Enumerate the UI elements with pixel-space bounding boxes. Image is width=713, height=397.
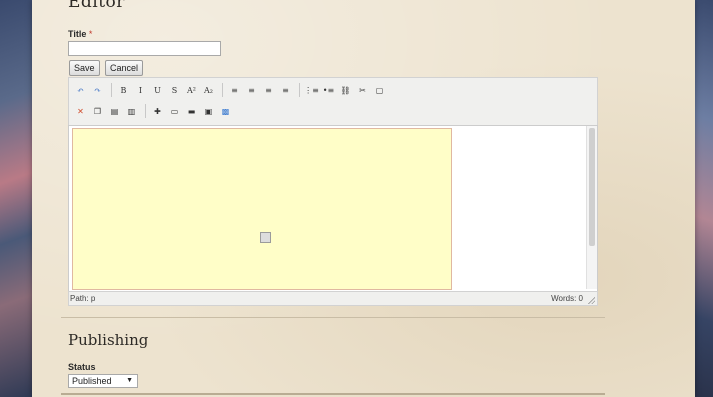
toolbar-separator xyxy=(111,83,112,97)
fullscreen-icon[interactable]: ▢ xyxy=(372,83,387,98)
toolbar-separator xyxy=(145,104,146,118)
align-left-icon[interactable]: ≡ xyxy=(227,83,242,98)
toolbar-row-2: ✕ ❐ ▤ ▥ ✚ ▭ ▬ ▣ ▩ xyxy=(73,103,235,119)
editor-scrollbar[interactable] xyxy=(586,126,597,289)
bullet-list-icon[interactable]: •≡ xyxy=(321,83,336,98)
underline-button[interactable]: U xyxy=(150,83,165,98)
save-button[interactable]: Save xyxy=(69,60,100,76)
align-right-icon[interactable]: ≡ xyxy=(261,83,276,98)
redo-icon[interactable]: ↷ xyxy=(90,83,105,98)
copy-icon[interactable]: ❐ xyxy=(90,104,105,119)
insert-row-icon[interactable]: ▭ xyxy=(167,104,182,119)
title-input[interactable] xyxy=(68,41,221,56)
bottom-divider xyxy=(61,393,605,395)
status-select-value: Published xyxy=(72,376,112,386)
title-label-text: Title xyxy=(68,29,87,39)
editor-statusbar: Path: p Words: 0 xyxy=(68,291,598,306)
insert-media-icon[interactable]: ▣ xyxy=(201,104,216,119)
scrollbar-thumb[interactable] xyxy=(589,128,595,246)
unlink-icon[interactable]: ✂ xyxy=(355,83,370,98)
toolbar-separator xyxy=(299,83,300,97)
status-label: Status xyxy=(68,362,96,372)
placeholder-image-icon xyxy=(260,232,271,243)
italic-button[interactable]: I xyxy=(133,83,148,98)
word-count: Words: 0 xyxy=(551,294,583,303)
chevron-down-icon: ▼ xyxy=(126,377,133,384)
editor-toolbar: ↶ ↷ B I U S A² A₂ ≡ ≡ ≡ ≡ ⋮≡ •≡ ⛓ ✂ ▢ ✕ ❐ ▤ ▥ ✚ ▭ ▬ ▣ ▩ xyxy=(68,77,598,127)
undo-icon[interactable]: ↶ xyxy=(73,83,88,98)
cut-icon[interactable]: ✕ xyxy=(73,104,88,119)
publishing-heading: Publishing xyxy=(68,331,149,349)
editor-frame xyxy=(68,125,598,292)
insert-table-icon[interactable]: ✚ xyxy=(150,104,165,119)
justify-icon[interactable]: ≡ xyxy=(278,83,293,98)
paste-text-icon[interactable]: ▥ xyxy=(124,104,139,119)
toolbar-row-1: ↶ ↷ B I U S A² A₂ ≡ ≡ ≡ ≡ ⋮≡ •≡ ⛓ ✂ ▢ xyxy=(73,82,389,98)
link-icon[interactable]: ⛓ xyxy=(338,83,353,98)
section-divider xyxy=(61,317,605,318)
numbered-list-icon[interactable]: ⋮≡ xyxy=(304,83,319,98)
path-indicator: Path: p xyxy=(70,294,96,303)
superscript-button[interactable]: A² xyxy=(184,83,199,98)
toolbar-separator xyxy=(222,83,223,97)
background-left xyxy=(0,0,32,397)
subscript-button[interactable]: A₂ xyxy=(201,83,216,98)
status-select[interactable]: Published ▼ xyxy=(68,374,138,388)
editor-heading: Editor xyxy=(68,0,125,12)
strikethrough-button[interactable]: S xyxy=(167,83,182,98)
horizontal-rule-icon[interactable]: ▬ xyxy=(184,104,199,119)
paste-icon[interactable]: ▤ xyxy=(107,104,122,119)
required-mark: * xyxy=(88,29,93,39)
editor-content-area[interactable] xyxy=(72,128,452,290)
align-center-icon[interactable]: ≡ xyxy=(244,83,259,98)
cancel-button[interactable]: Cancel xyxy=(105,60,144,76)
insert-image-icon[interactable]: ▩ xyxy=(218,104,233,119)
resize-grip-icon[interactable] xyxy=(587,296,595,304)
title-label: Title * xyxy=(68,29,92,39)
bold-button[interactable]: B xyxy=(116,83,131,98)
background-right xyxy=(695,0,713,397)
